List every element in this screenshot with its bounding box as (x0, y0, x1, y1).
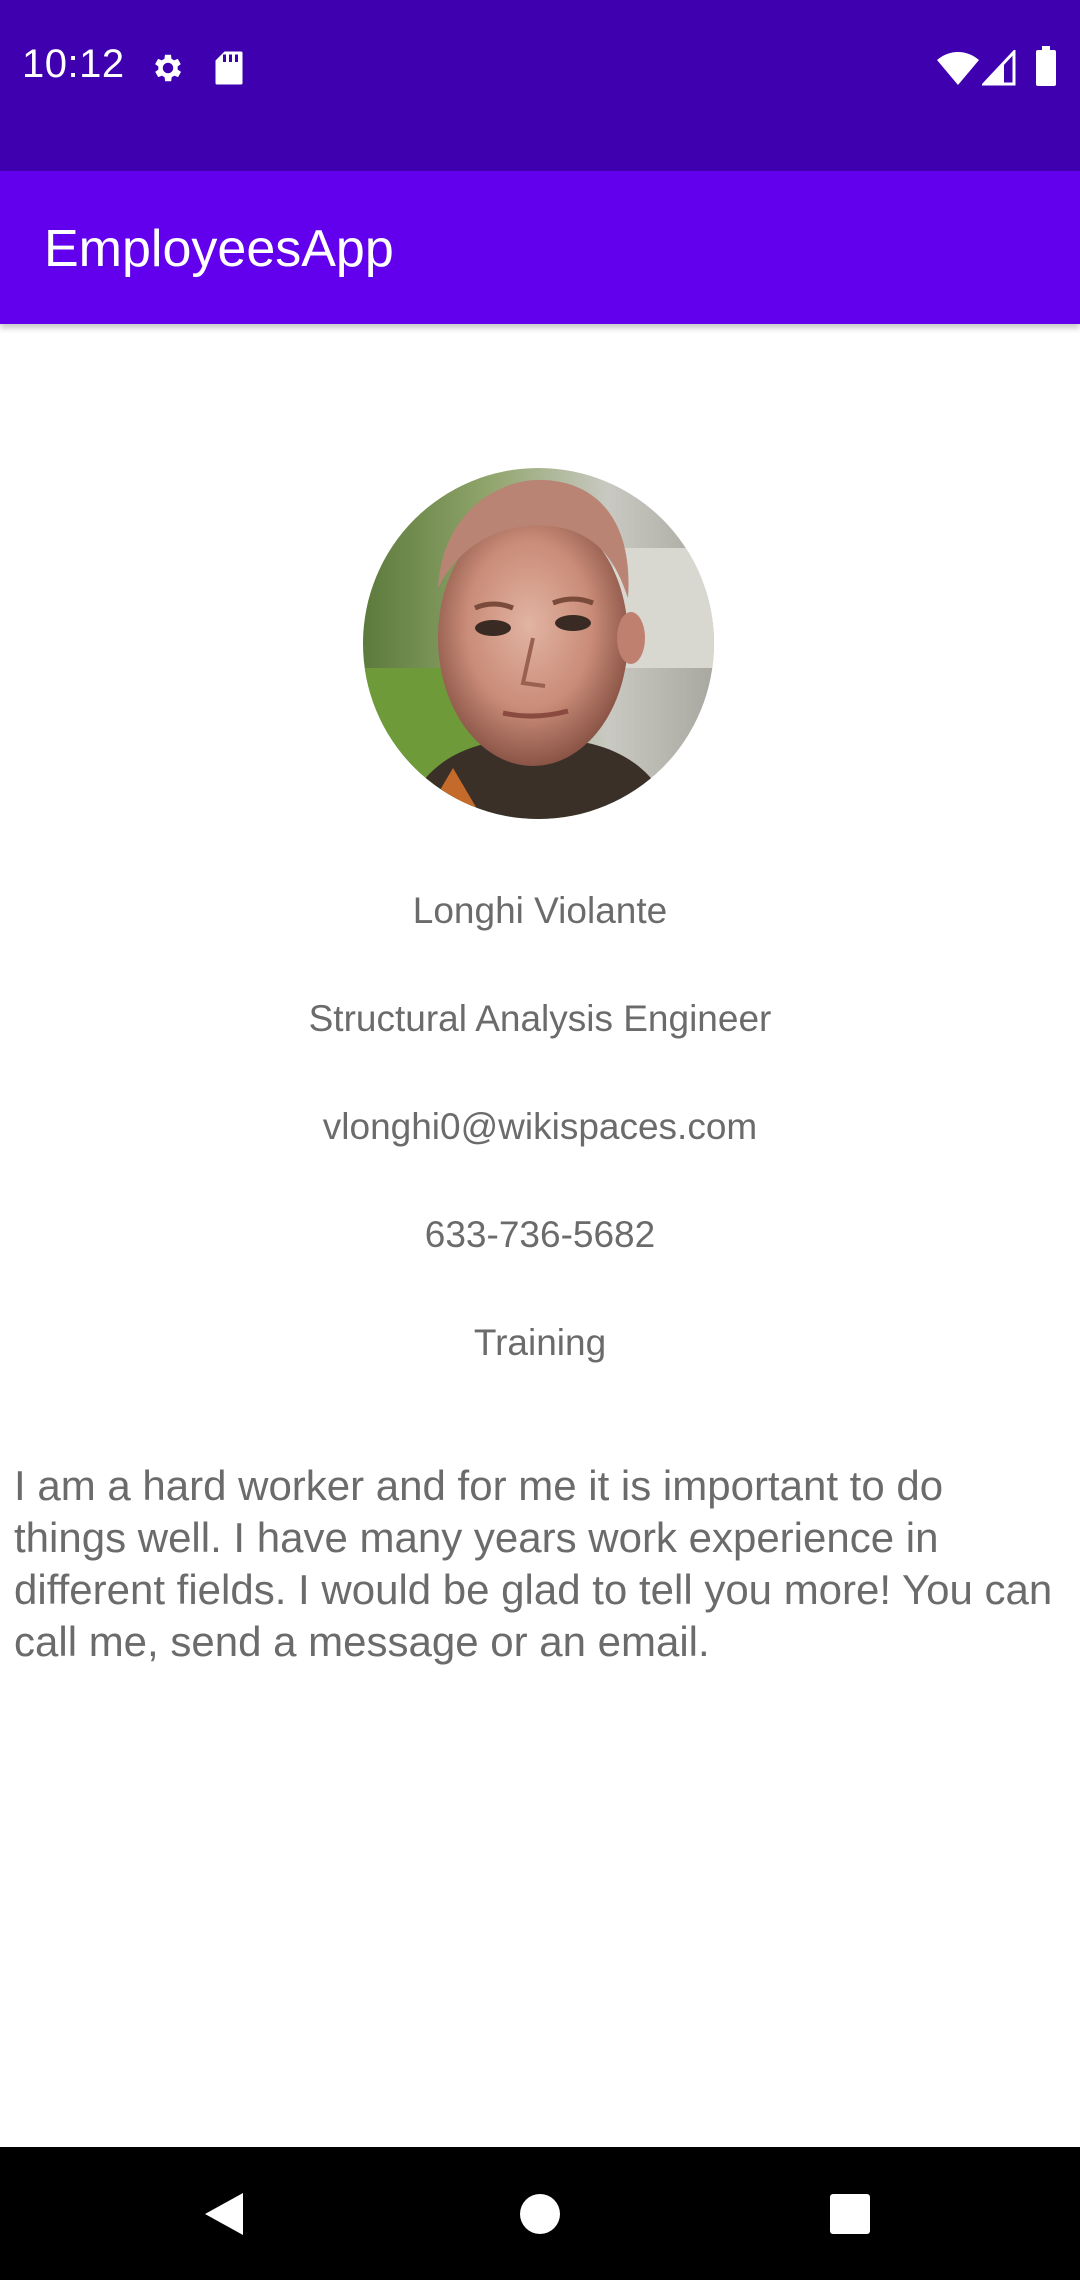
navigation-bar (0, 2147, 1080, 2280)
recents-icon[interactable] (829, 2193, 871, 2235)
employee-bio: I am a hard worker and for me it is impo… (14, 1462, 1053, 1665)
employee-name: Longhi Violante (412, 890, 668, 931)
app-title: EmployeesApp (44, 220, 394, 278)
home-icon[interactable] (519, 2193, 561, 2235)
employee-job-title: Structural Analysis Engineer (308, 998, 772, 1039)
battery-icon (1036, 46, 1056, 86)
status-bar: 10:12 (0, 0, 1080, 171)
cellular-signal-icon (982, 50, 1016, 86)
back-icon[interactable] (203, 2191, 245, 2237)
employee-email: vlonghi0@wikispaces.com (322, 1106, 758, 1147)
app-bar: EmployeesApp (0, 171, 1080, 324)
gear-icon (155, 54, 182, 82)
employee-phone: 633-736-5682 (424, 1214, 656, 1255)
employee-avatar (363, 468, 714, 819)
wifi-icon (937, 52, 979, 85)
sd-card-icon (215, 51, 243, 85)
employee-department: Training (473, 1322, 607, 1363)
status-time: 10:12 (22, 42, 125, 86)
